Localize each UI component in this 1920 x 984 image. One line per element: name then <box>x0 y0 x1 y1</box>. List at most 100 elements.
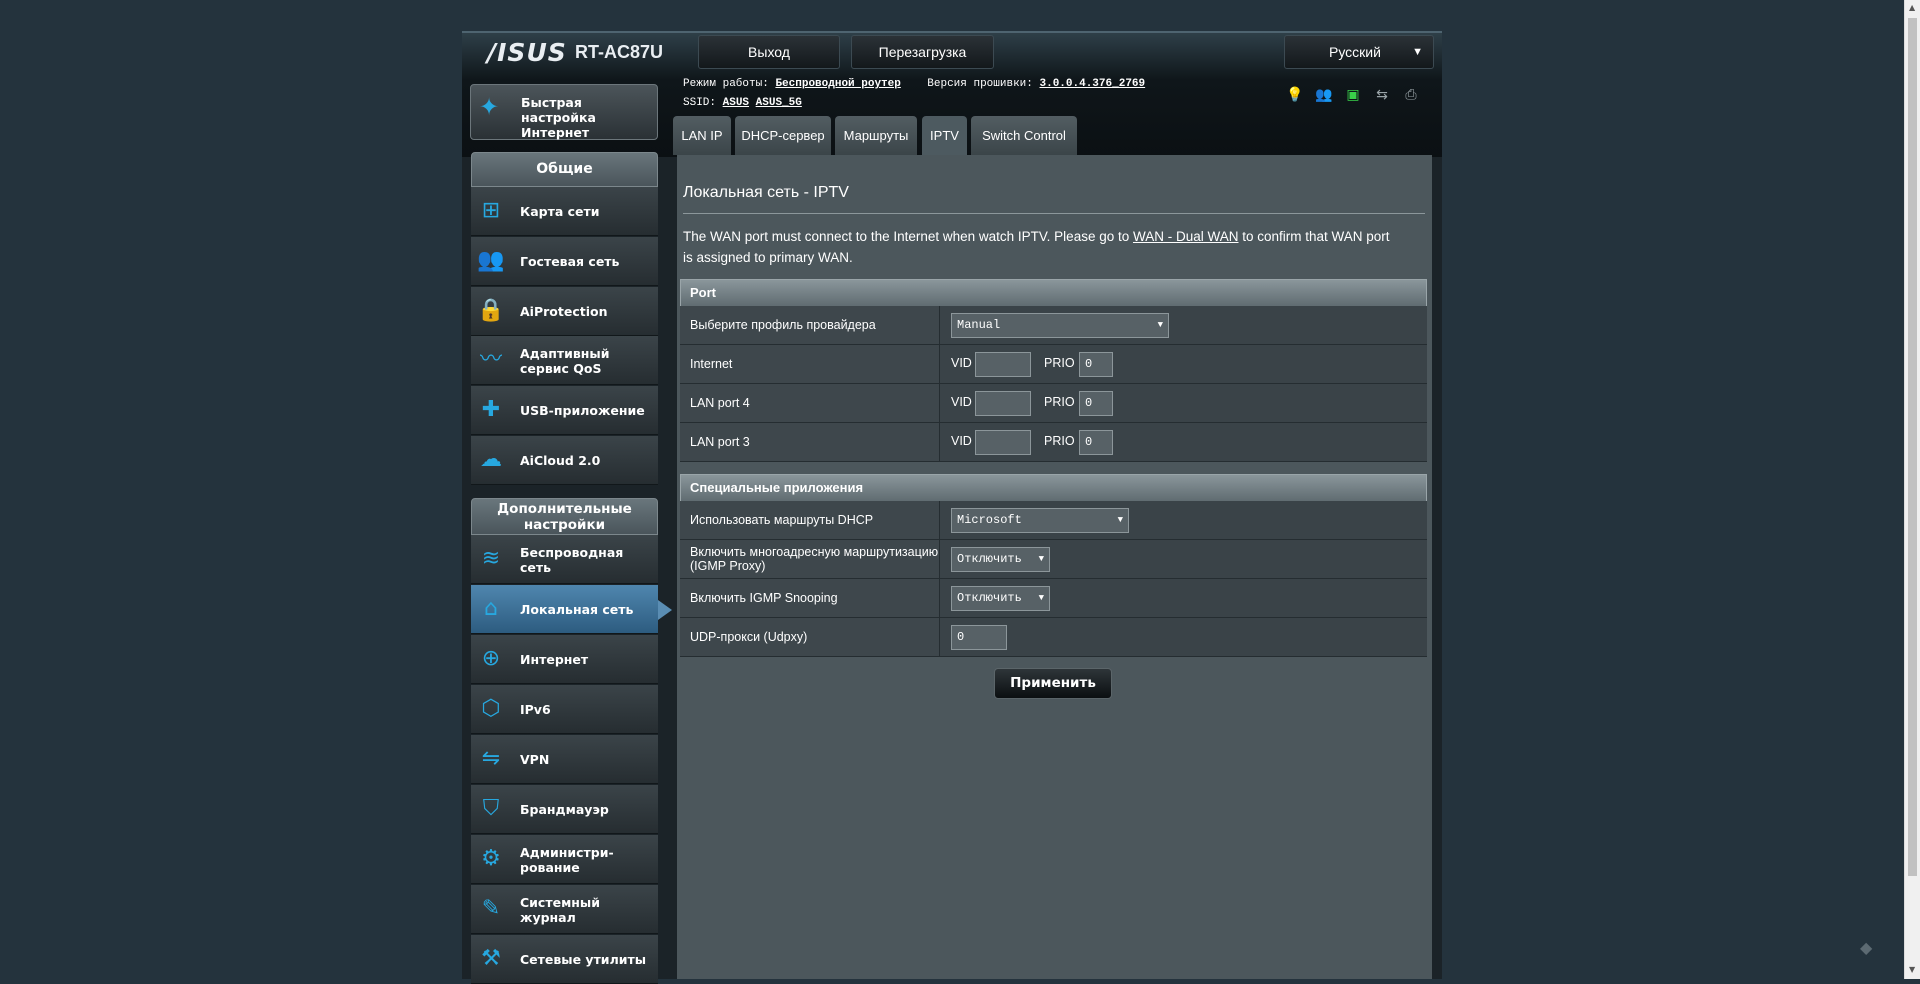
dropdown-arrow-icon: ▼ <box>1117 515 1123 525</box>
isp-profile-value: Manual <box>957 318 1001 332</box>
udpxy-row: UDP-прокси (Udpxy) 0 <box>680 618 1427 657</box>
dropdown-arrow-icon: ▼ <box>1157 320 1163 330</box>
port-label: LAN port 4 <box>680 384 940 422</box>
lightbulb-icon[interactable]: 💡 <box>1284 84 1306 106</box>
ipv6-icon: ⬡ <box>481 696 501 721</box>
sidebar-item-network-map[interactable]: ⊞ Карта сети <box>471 187 658 236</box>
cloud-icon: ☁ <box>480 447 502 472</box>
ssid-label: SSID: <box>683 97 717 109</box>
prio-label: PRIO <box>1044 356 1075 370</box>
logout-button[interactable]: Выход <box>698 35 840 69</box>
sidebar-item-label: IPv6 <box>520 702 551 717</box>
language-select[interactable]: Русский ▼ <box>1284 35 1434 69</box>
ssid-link-5g[interactable]: ASUS_5G <box>756 97 802 109</box>
tab-dhcp-server[interactable]: DHCP-сервер <box>735 116 831 155</box>
wan-dual-wan-link[interactable]: WAN - Dual WAN <box>1133 229 1239 244</box>
sidebar-item-cloud[interactable]: ☁ AiCloud 2.0 <box>471 436 658 485</box>
udpxy-input[interactable]: 0 <box>951 625 1007 650</box>
tab-routes[interactable]: Маршруты <box>835 116 917 155</box>
sidebar-item-label: AiProtection <box>520 304 608 319</box>
corner-widget-icon[interactable]: ◆ <box>1860 938 1872 957</box>
scroll-down-arrow-icon[interactable]: ▼ <box>1909 965 1915 974</box>
vid-input[interactable] <box>975 430 1031 455</box>
prio-input[interactable]: 0 <box>1079 430 1113 455</box>
prio-input[interactable]: 0 <box>1079 391 1113 416</box>
tab-iptv[interactable]: IPTV <box>922 116 967 155</box>
sidebar-item-guest-network[interactable]: 👥 Гостевая сеть <box>471 237 658 286</box>
quick-setup-button[interactable]: ✦ Быстрая настройка Интернет <box>470 84 658 140</box>
usb-icon[interactable]: ⇆ <box>1371 84 1393 106</box>
udpxy-label: UDP-прокси (Udpxy) <box>680 618 940 656</box>
sidebar-item-log[interactable]: ✎ Системный журнал <box>471 885 658 934</box>
prio-input[interactable]: 0 <box>1079 352 1113 377</box>
puzzle-icon: ✚ <box>481 397 501 422</box>
mode-link[interactable]: Беспроводной роутер <box>775 78 900 90</box>
apply-button[interactable]: Применить <box>994 668 1112 699</box>
sidebar-item-globe[interactable]: ⊕ Интернет <box>471 635 658 684</box>
wifi-icon: ≋ <box>481 546 501 571</box>
sidebar-item-label: Системный журнал <box>520 894 600 925</box>
log-icon: ✎ <box>481 896 501 921</box>
chevron-down-icon: ▼ <box>1412 46 1423 58</box>
sidebar-item-label: Интернет <box>520 652 589 667</box>
profile-label: Выберите профиль провайдера <box>680 306 940 344</box>
reboot-button[interactable]: Перезагрузка <box>851 35 994 69</box>
title-divider <box>683 213 1425 214</box>
ssid-link-24g[interactable]: ASUS <box>723 97 749 109</box>
dhcp-routes-label: Использовать маршруты DHCP <box>680 501 940 539</box>
tab-switch-control[interactable]: Switch Control <box>971 116 1077 155</box>
scrollbar-thumb[interactable] <box>1908 18 1917 876</box>
network-status-icon[interactable]: ▣ <box>1342 84 1364 106</box>
dhcp-routes-select[interactable]: Microsoft ▼ <box>951 508 1129 533</box>
sidebar-item-label: Брандмауэр <box>520 802 609 817</box>
port-section-header: Port <box>680 279 1427 307</box>
port-row: Internet VID PRIO 0 <box>680 345 1427 384</box>
qos-icon: 〰 <box>479 347 502 372</box>
sidebar-item-label: Беспроводная сеть <box>520 544 624 575</box>
sidebar-item-label: Администри-рование <box>520 844 614 875</box>
sidebar-item-tools[interactable]: ⚒ Сетевые утилиты <box>471 935 658 984</box>
sidebar-item-ipv6[interactable]: ⬡ IPv6 <box>471 685 658 734</box>
port-label: Internet <box>680 345 940 383</box>
language-value: Русский <box>1329 44 1381 60</box>
sidebar-item-admin[interactable]: ⚙ Администри-рование <box>471 835 658 884</box>
scroll-up-arrow-icon[interactable]: ▲ <box>1909 3 1915 12</box>
dropdown-arrow-icon: ▼ <box>1038 593 1044 603</box>
vid-input[interactable] <box>975 391 1031 416</box>
special-apps-section-header: Специальные приложения <box>680 474 1427 502</box>
tab-lan-ip[interactable]: LAN IP <box>673 116 731 155</box>
globe-icon: ⊕ <box>481 646 501 671</box>
vid-input[interactable] <box>975 352 1031 377</box>
printer-icon[interactable]: ⎙ <box>1400 84 1422 106</box>
ssid-line: SSID: ASUS ASUS_5G <box>683 97 802 109</box>
igmp-snooping-value: Отключить <box>957 591 1022 605</box>
prio-label: PRIO <box>1044 395 1075 409</box>
page-title: Локальная сеть - IPTV <box>683 184 849 201</box>
sidebar-item-puzzle[interactable]: ✚ USB-приложение <box>471 386 658 435</box>
port-label: LAN port 3 <box>680 423 940 461</box>
firmware-link[interactable]: 3.0.0.4.376_2769 <box>1040 78 1146 90</box>
sidebar-item-label: AiCloud 2.0 <box>520 453 601 468</box>
tools-icon: ⚒ <box>481 946 501 971</box>
sidebar-item-label: Сетевые утилиты <box>520 952 647 967</box>
prio-label: PRIO <box>1044 434 1075 448</box>
magic-wand-icon: ✦ <box>479 93 500 121</box>
sidebar-item-label: Локальная сеть <box>520 602 634 617</box>
vpn-icon: ⇋ <box>481 746 501 771</box>
sidebar-item-vpn[interactable]: ⇋ VPN <box>471 735 658 784</box>
igmp-snooping-label: Включить IGMP Snooping <box>680 579 940 617</box>
iptv-description: The WAN port must connect to the Interne… <box>683 226 1403 268</box>
page-scrollbar[interactable]: ▲ ▼ <box>1904 0 1920 979</box>
operation-mode-line: Режим работы: Беспроводной роутер Версия… <box>683 78 1145 90</box>
advanced-section-header: Дополнительные настройки <box>471 498 658 535</box>
sidebar-item-lock[interactable]: 🔒 AiProtection <box>471 287 658 336</box>
sidebar-item-home[interactable]: ⌂ Локальная сеть <box>471 585 672 634</box>
isp-profile-select[interactable]: Manual ▼ <box>951 313 1169 338</box>
sidebar-item-wifi[interactable]: ≋ Беспроводная сеть <box>471 535 658 584</box>
igmp-snooping-select[interactable]: Отключить ▼ <box>951 586 1050 611</box>
sidebar-item-shield[interactable]: ⛉ Брандмауэр <box>471 785 658 834</box>
guest-network-icon: 👥 <box>477 248 505 273</box>
clients-icon[interactable]: 👥 <box>1313 84 1335 106</box>
sidebar-item-qos[interactable]: 〰 Адаптивный сервис QoS <box>471 336 658 385</box>
igmp-proxy-select[interactable]: Отключить ▼ <box>951 547 1050 572</box>
